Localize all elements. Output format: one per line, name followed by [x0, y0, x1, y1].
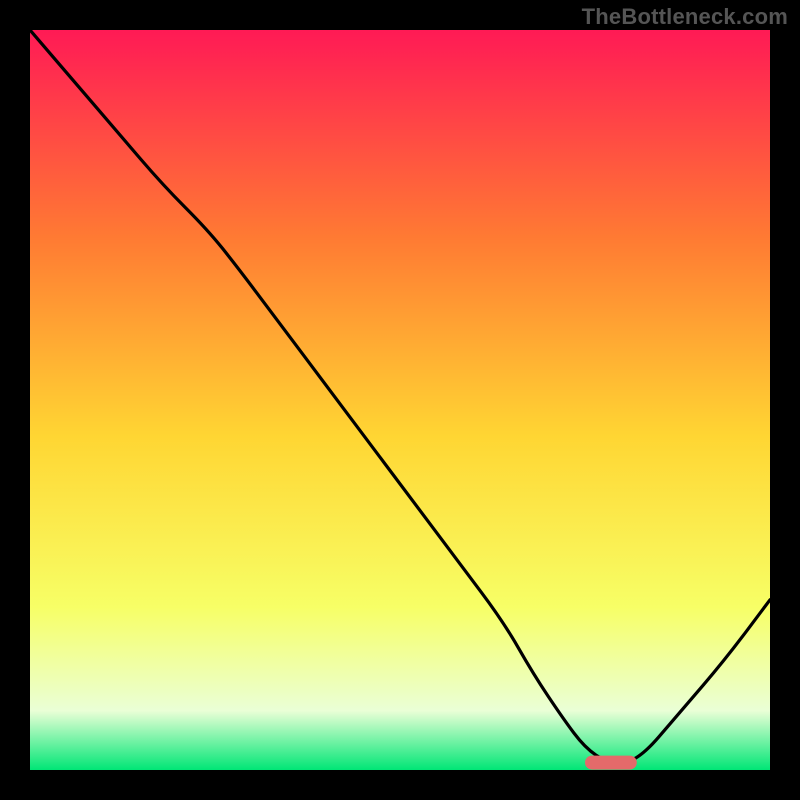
plot-area [30, 30, 770, 770]
watermark-text: TheBottleneck.com [582, 4, 788, 30]
optimal-marker [585, 756, 637, 770]
gradient-background [30, 30, 770, 770]
bottleneck-chart [30, 30, 770, 770]
chart-frame: TheBottleneck.com [0, 0, 800, 800]
